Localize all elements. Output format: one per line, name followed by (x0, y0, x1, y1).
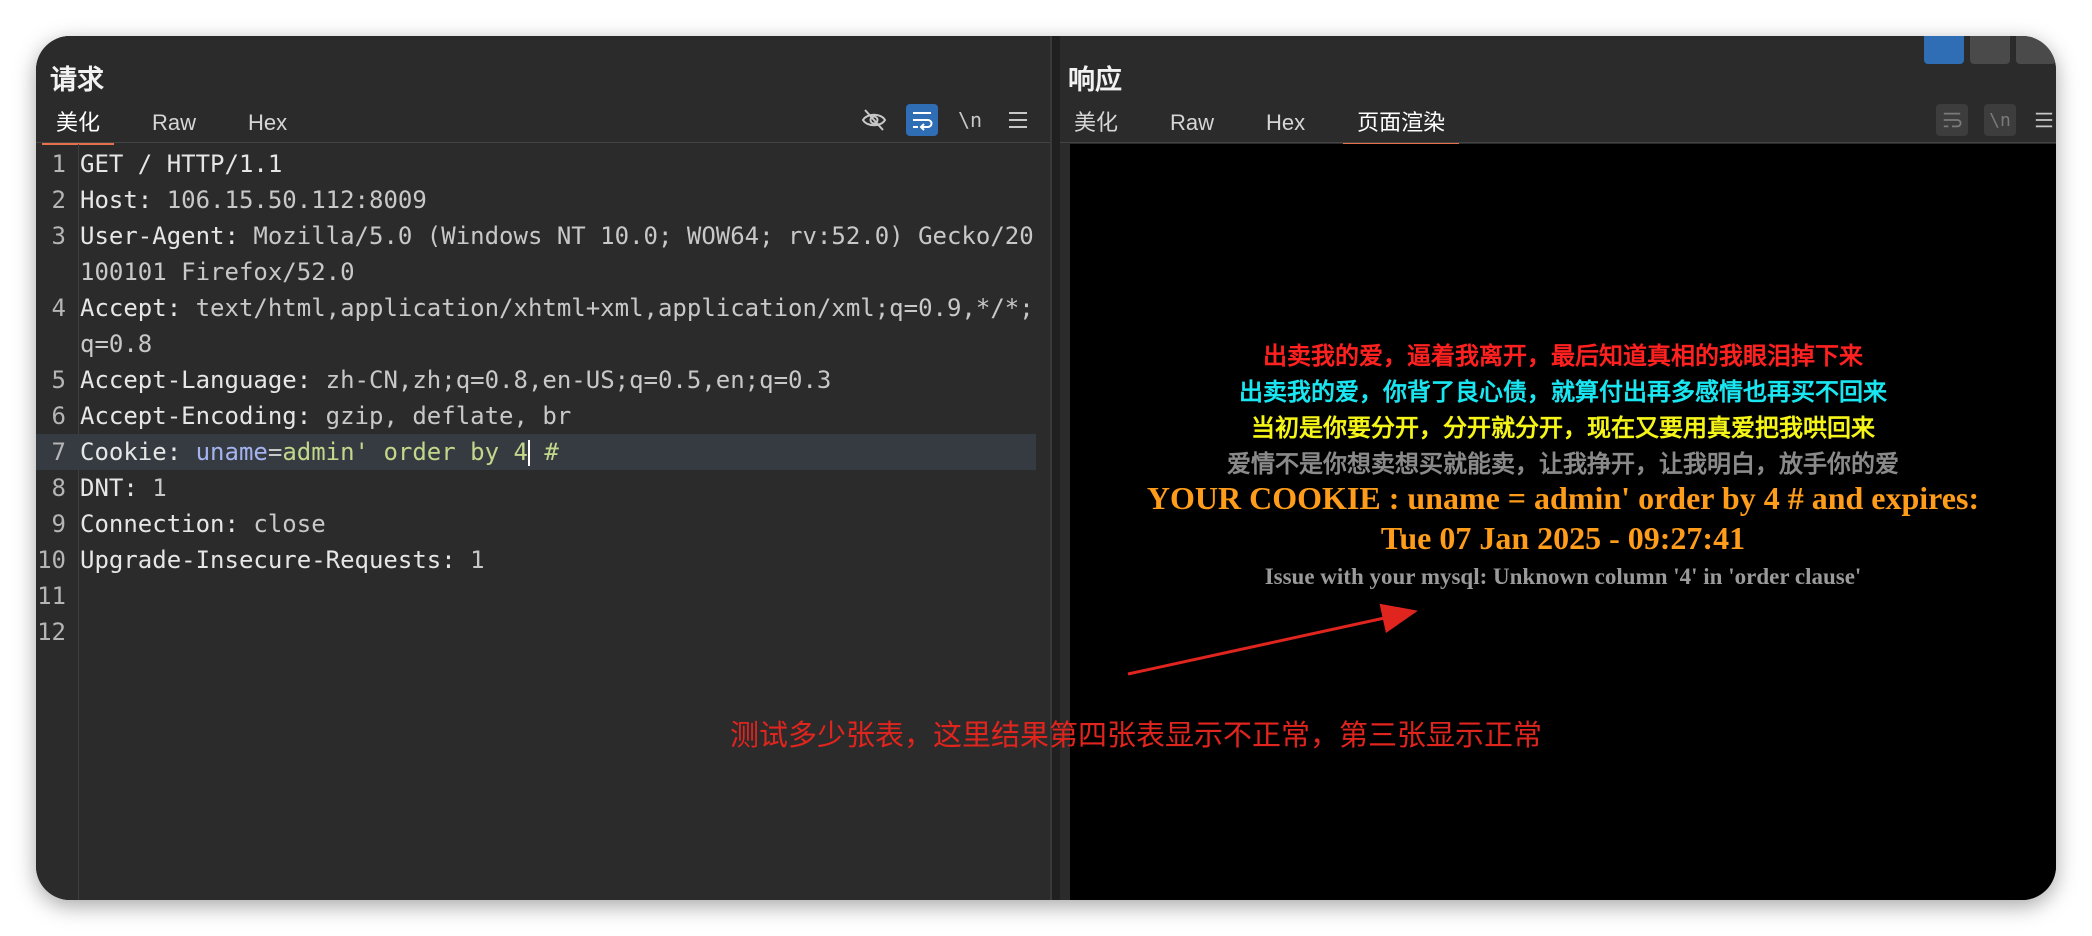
annotation-arrow (1127, 603, 1418, 676)
annotation-text: 测试多少张表，这里结果第四张表显示不正常，第三张显示正常 (730, 718, 1543, 752)
app-window: 请求 美化 Raw Hex \n 1 GET / HTTP/1.1 2 Host… (36, 36, 2056, 900)
